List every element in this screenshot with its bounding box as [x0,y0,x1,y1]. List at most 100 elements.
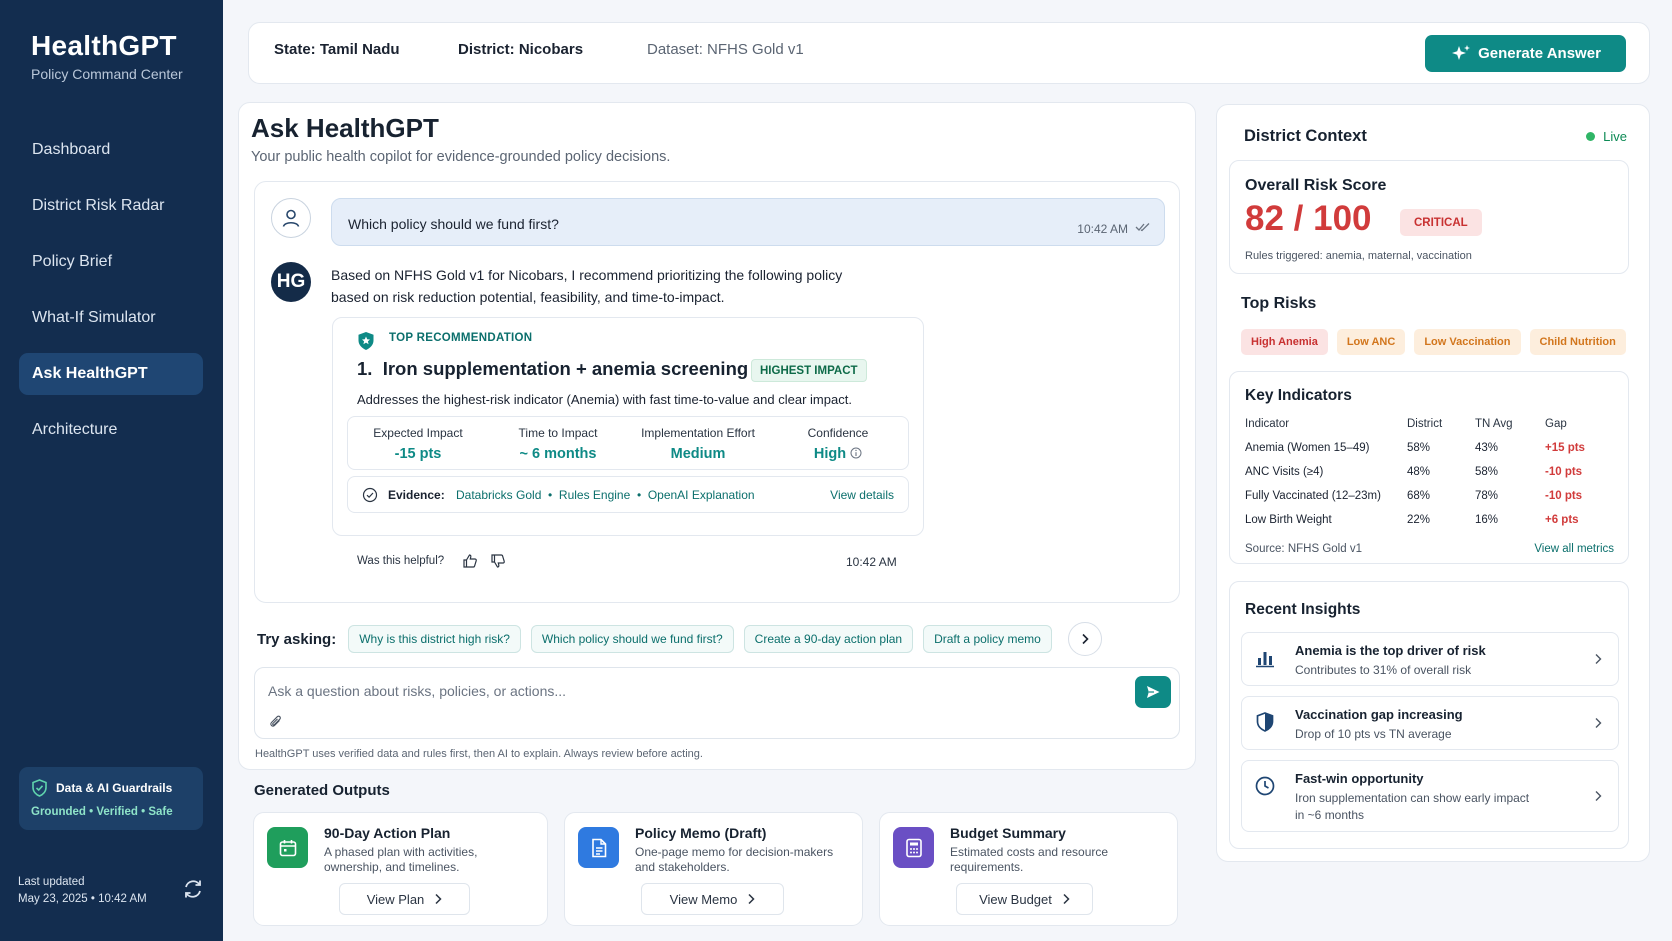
state-filter[interactable]: State: Tamil Nadu [274,41,400,58]
view-plan-button[interactable]: View Plan [339,883,470,915]
risk-tag[interactable]: Low ANC [1336,329,1406,355]
healthgpt-avatar: HG [271,262,311,302]
table-cell: 43% [1475,442,1499,454]
indicators-source: Source: NFHS Gold v1 [1245,543,1362,555]
ask-panel: Ask HealthGPT Your public health copilot… [238,102,1196,770]
column-header: Gap [1545,418,1567,430]
user-question-bubble: Which policy should we fund first? 10:42… [331,198,1165,246]
question-input[interactable] [268,680,1088,702]
try-asking-label: Try asking: [257,630,337,648]
output-card-policy-memo: Policy Memo (Draft) One-page memo for de… [564,812,863,926]
more-suggestions-button[interactable] [1067,622,1102,656]
table-cell: +15 pts [1545,442,1585,454]
page-subtitle: Your public health copilot for evidence-… [251,149,671,165]
generated-outputs-heading: Generated Outputs [254,782,390,799]
sidebar-item-ask-healthgpt[interactable]: Ask HealthGPT [19,353,203,395]
button-label: View Memo [669,891,738,907]
sidebar-item-architecture[interactable]: Architecture [19,409,203,451]
check-circle-icon [362,487,378,503]
risk-tag[interactable]: Low Vaccination [1414,329,1521,355]
suggestion-chip[interactable]: Why is this district high risk? [348,625,521,653]
table-cell: 68% [1407,490,1431,502]
live-dot-icon [1586,132,1596,141]
risk-score-card: Overall Risk Score 82 / 100 CRITICAL Rul… [1229,160,1629,274]
dataset-label[interactable]: Dataset: NFHS Gold v1 [647,41,804,58]
table-cell: 16% [1475,514,1499,526]
last-updated-value: May 23, 2025 • 10:42 AM [18,893,147,905]
metric-implementation-effort: Implementation Effort Medium [628,417,768,469]
evidence-sources[interactable]: Databricks Gold • Rules Engine • OpenAI … [456,488,755,502]
view-budget-button[interactable]: View Budget [956,883,1093,915]
output-icon-box [893,827,934,868]
table-row: Anemia (Women 15–49) 58% 43% +15 pts [1245,436,1617,460]
double-check-icon [1135,223,1150,232]
insight-item[interactable]: Anemia is the top driver of risk Contrib… [1241,632,1619,686]
metric-label: Implementation Effort [641,426,755,440]
insight-description: Contributes to 31% of overall risk [1295,663,1472,677]
table-cell: -10 pts [1545,466,1583,478]
suggestion-chip[interactable]: Draft a policy memo [923,625,1052,653]
output-card-action-plan: 90-Day Action Plan A phased plan with ac… [253,812,548,926]
recent-insights-heading: Recent Insights [1245,601,1361,618]
thumbs-down-icon[interactable] [490,553,506,569]
brand-title: HealthGPT [31,30,177,61]
metric-expected-impact: Expected Impact -15 pts [348,417,488,469]
risk-tag[interactable]: Child Nutrition [1529,329,1626,355]
guardrails-title-row: Data & AI Guardrails [31,779,191,797]
view-memo-button[interactable]: View Memo [641,883,784,915]
column-header: District [1407,418,1443,430]
button-label: View Plan [366,891,425,907]
button-label: View Budget [979,891,1052,907]
paperclip-icon[interactable] [269,714,283,730]
view-details-link[interactable]: View details [830,488,894,502]
output-title: 90-Day Action Plan [324,825,451,841]
helpful-prompt: Was this helpful? [357,555,445,567]
output-icon-box [578,827,619,868]
send-button[interactable] [1135,676,1171,708]
chat-input-box [254,667,1180,739]
metric-value: Medium [670,446,726,462]
column-header: TN Avg [1475,418,1513,430]
evidence-row: Evidence: Databricks Gold • Rules Engine… [347,476,909,513]
suggestion-chip[interactable]: Create a 90-day action plan [743,625,914,653]
table-header-row: Indicator District TN Avg Gap [1245,412,1617,436]
key-indicators-heading: Key Indicators [1245,387,1352,404]
shield-star-icon [358,332,374,350]
recommendation-label: TOP RECOMMENDATION [389,332,533,344]
generate-answer-button[interactable]: Generate Answer [1425,35,1626,72]
sidebar-item-district-risk-radar[interactable]: District Risk Radar [19,185,203,227]
thumbs-up-icon[interactable] [462,553,478,569]
insight-title: Anemia is the top driver of risk [1295,643,1486,658]
info-icon[interactable] [850,447,862,459]
district-filter[interactable]: District: Nicobars [458,41,583,58]
recommendation-description: Addresses the highest-risk indicator (An… [357,392,852,407]
calendar-icon [279,839,296,856]
sidebar-item-what-if-simulator[interactable]: What-If Simulator [19,297,203,339]
insight-item[interactable]: Vaccination gap increasing Drop of 10 pt… [1241,696,1619,750]
output-card-budget-summary: Budget Summary Estimated costs and resou… [879,812,1178,926]
indicators-table: Indicator District TN Avg Gap Anemia (Wo… [1245,412,1617,532]
assistant-answer: Based on NFHS Gold v1 for Nicobars, I re… [331,264,871,308]
table-cell: 78% [1475,490,1499,502]
refresh-icon[interactable] [182,878,204,900]
output-title: Policy Memo (Draft) [635,825,767,841]
top-bar: State: Tamil Nadu District: Nicobars Dat… [248,22,1650,84]
table-cell: +6 pts [1545,514,1579,526]
chevron-right-icon [1595,718,1602,728]
metric-label: Expected Impact [373,426,463,440]
rules-triggered: Rules triggered: anemia, maternal, vacci… [1245,250,1472,262]
top-risks-heading: Top Risks [1241,295,1317,312]
live-indicator: Live [1586,129,1627,144]
sidebar-item-dashboard[interactable]: Dashboard [19,129,203,171]
insight-item[interactable]: Fast-win opportunity Iron supplementatio… [1241,760,1619,832]
suggestion-chip[interactable]: Which policy should we fund first? [530,625,734,653]
table-cell: 58% [1407,442,1431,454]
sidebar-nav: Dashboard District Risk Radar Policy Bri… [19,129,203,465]
view-all-metrics-link[interactable]: View all metrics [1534,543,1614,555]
table-cell: 22% [1407,514,1431,526]
metric-confidence: Confidence High [768,417,908,469]
sidebar-item-policy-brief[interactable]: Policy Brief [19,241,203,283]
risk-tag[interactable]: High Anemia [1241,329,1328,355]
risk-score-value: 82 / 100 [1245,199,1372,238]
generate-answer-label: Generate Answer [1478,45,1601,62]
